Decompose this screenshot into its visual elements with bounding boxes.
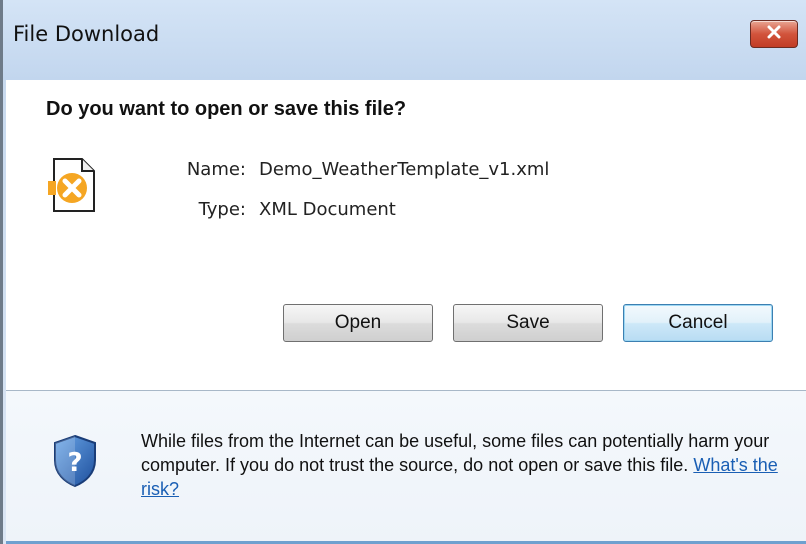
file-type-value: XML Document	[259, 199, 396, 220]
shield-question-icon: ?	[53, 434, 97, 493]
close-icon	[766, 25, 782, 44]
file-download-dialog: File Download Do you want to open or sav…	[0, 0, 806, 544]
dialog-question: Do you want to open or save this file?	[46, 98, 407, 120]
open-button[interactable]: Open	[283, 304, 433, 342]
cancel-button[interactable]: Cancel	[623, 304, 773, 342]
close-button[interactable]	[750, 20, 798, 48]
file-name-label: Name:	[186, 159, 246, 180]
window-title: File Download	[13, 22, 160, 46]
title-bar[interactable]: File Download	[3, 0, 806, 80]
file-type-label: Type:	[198, 199, 246, 220]
warning-text: While files from the Internet can be use…	[141, 431, 770, 475]
save-button[interactable]: Save	[453, 304, 603, 342]
xml-file-icon	[46, 155, 102, 220]
file-name-value: Demo_WeatherTemplate_v1.xml	[259, 159, 550, 180]
dialog-content: Do you want to open or save this file? N…	[6, 80, 806, 390]
warning-message: While files from the Internet can be use…	[141, 429, 791, 501]
security-warning: ? While files from the Internet can be u…	[6, 391, 806, 544]
svg-text:?: ?	[67, 448, 82, 478]
